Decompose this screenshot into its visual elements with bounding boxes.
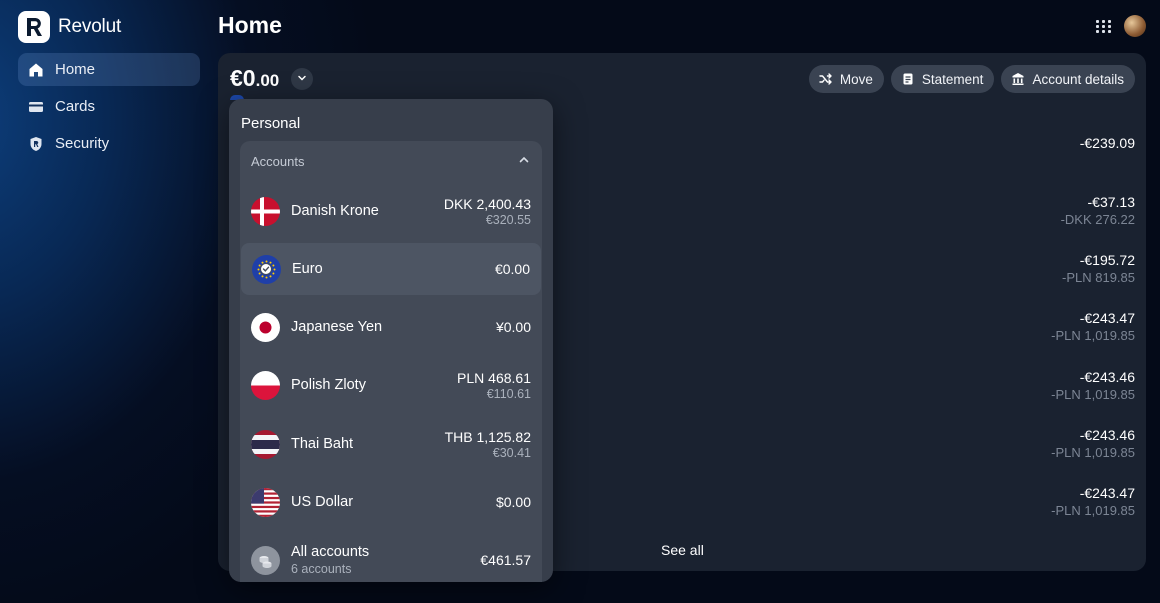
transaction-converted: -PLN 819.85 [1062, 270, 1135, 285]
transaction-converted: -PLN 1,019.85 [1051, 445, 1135, 460]
accounts-section: Accounts Danish Krone DKK 2,400.43 €320.… [240, 141, 542, 582]
account-item-us-dollar[interactable]: US Dollar $0.00 [240, 476, 542, 528]
dropdown-title: Personal [241, 115, 301, 132]
account-name: US Dollar [291, 494, 354, 510]
apps-grid-icon[interactable] [1092, 14, 1116, 38]
balance-decimals: .00 [255, 71, 280, 90]
transaction-converted: -DKK 276.22 [1060, 212, 1135, 227]
coins-icon [251, 545, 280, 575]
sidebar-item-cards[interactable]: Cards [18, 90, 200, 123]
shuffle-icon [819, 72, 833, 86]
account-converted: €320.55 [485, 212, 531, 227]
sidebar-nav: Home Cards Security [18, 53, 200, 164]
account-balance: DKK 2,400.43 [443, 195, 531, 212]
shield-icon [28, 136, 44, 152]
account-details-label: Account details [1032, 71, 1124, 87]
account-switcher-dropdown: Personal Accounts Danish Krone DKK 2,400… [229, 99, 553, 582]
transaction-amount: -€243.46 [1079, 427, 1135, 443]
accounts-section-header[interactable]: Accounts [240, 141, 542, 181]
account-name: All accounts [291, 544, 370, 560]
thailand-flag-icon [251, 429, 280, 459]
transaction-row[interactable]: -€195.72 -PLN 819.85 [1062, 252, 1135, 285]
account-details-button[interactable]: Account details [1001, 65, 1135, 93]
accounts-section-label: Accounts [251, 153, 305, 169]
account-name: Japanese Yen [291, 319, 383, 335]
account-count: 6 accounts [291, 562, 352, 576]
account-item-japanese-yen[interactable]: Japanese Yen ¥0.00 [240, 301, 542, 353]
denmark-flag-icon [251, 196, 280, 226]
sidebar-item-label: Cards [55, 98, 96, 115]
account-balance: $0.00 [495, 494, 531, 510]
move-label: Move [839, 71, 873, 87]
transaction-row[interactable]: -€243.46 -PLN 1,019.85 [1051, 427, 1135, 460]
page-title: Home [218, 12, 282, 38]
transaction-amount: -€195.72 [1079, 252, 1135, 268]
account-item-euro[interactable]: Euro €0.00 [241, 243, 541, 295]
check-icon [260, 263, 272, 275]
revolut-logo[interactable]: Revolut [18, 11, 121, 43]
account-converted: €110.61 [486, 386, 531, 401]
poland-flag-icon [251, 370, 280, 400]
statement-button[interactable]: Statement [890, 65, 995, 93]
transaction-row[interactable]: -€37.13 -DKK 276.22 [1061, 194, 1135, 227]
transaction-amount: -€243.46 [1079, 369, 1135, 385]
total-balance: €0 .00 [230, 65, 279, 92]
account-converted: €30.41 [492, 445, 531, 460]
account-item-danish-krone[interactable]: Danish Krone DKK 2,400.43 €320.55 [240, 185, 542, 237]
account-name: Polish Zloty [291, 377, 366, 393]
move-button[interactable]: Move [808, 65, 884, 93]
home-icon [28, 62, 44, 78]
transaction-converted: -PLN 1,019.85 [1051, 328, 1135, 343]
avatar[interactable] [1124, 15, 1146, 37]
account-name: Euro [292, 261, 323, 277]
revolut-logo-icon [18, 11, 50, 43]
statement-label: Statement [921, 71, 984, 87]
account-balance: €0.00 [494, 261, 530, 277]
sidebar-item-label: Security [55, 135, 110, 152]
see-all-link[interactable]: See all [661, 542, 704, 558]
account-name: Thai Baht [291, 436, 354, 452]
sidebar-item-security[interactable]: Security [18, 127, 200, 160]
account-balance: ¥0.00 [495, 319, 531, 335]
sidebar-item-label: Home [55, 61, 96, 78]
account-name: Danish Krone [291, 203, 379, 219]
account-actions: Move Statement Account details [808, 65, 1135, 93]
account-item-polish-zloty[interactable]: Polish Zloty PLN 468.61 €110.61 [240, 359, 542, 411]
account-item-thai-baht[interactable]: Thai Baht THB 1,125.82 €30.41 [240, 418, 542, 470]
account-item-all-accounts[interactable]: All accounts 6 accounts €461.57 [240, 534, 542, 582]
transaction-row[interactable]: -€243.47 -PLN 1,019.85 [1051, 310, 1135, 343]
chevron-down-icon [297, 70, 307, 88]
transaction-amount: -€37.13 [1087, 194, 1135, 210]
account-switcher-button[interactable] [291, 68, 313, 90]
usa-flag-icon [251, 487, 280, 517]
balance-whole: €0 [230, 65, 256, 91]
brand-name: Revolut [58, 16, 122, 37]
sidebar-item-home[interactable]: Home [18, 53, 200, 86]
top-right-controls [1092, 14, 1146, 38]
transaction-row[interactable]: -€243.47 -PLN 1,019.85 [1051, 485, 1135, 518]
chevron-up-icon [518, 154, 530, 169]
transaction-row[interactable]: -€243.46 -PLN 1,019.85 [1051, 369, 1135, 402]
transaction-amount: -€243.47 [1079, 310, 1135, 326]
account-balance: THB 1,125.82 [444, 428, 531, 445]
transaction-amount: -€239.09 [1079, 135, 1135, 151]
transaction-amount: -€243.47 [1079, 485, 1135, 501]
transaction-converted: -PLN 1,019.85 [1051, 503, 1135, 518]
bank-icon [1011, 72, 1025, 86]
account-balance: PLN 468.61 [457, 369, 531, 386]
account-balance: €461.57 [480, 552, 531, 568]
transaction-converted: -PLN 1,019.85 [1051, 387, 1135, 402]
document-icon [901, 72, 915, 86]
japan-flag-icon [251, 312, 280, 342]
card-icon [28, 99, 44, 115]
transaction-row[interactable]: -€239.09 [1080, 135, 1135, 151]
